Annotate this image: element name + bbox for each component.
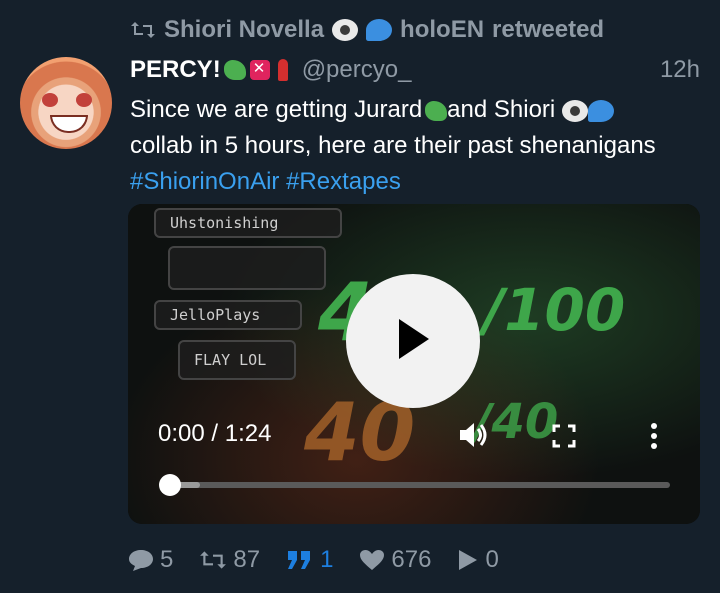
- time-separator: /: [211, 420, 219, 447]
- fullscreen-icon[interactable]: [552, 424, 576, 453]
- volume-icon[interactable]: [458, 420, 490, 455]
- chat-user: Uhstonishing: [170, 214, 279, 232]
- like-button[interactable]: 676: [359, 546, 431, 574]
- speech-bubble-emoji-icon: [587, 99, 614, 122]
- retweet-user-name: Shiori Novella: [164, 16, 325, 43]
- current-time: 0:00: [158, 420, 205, 447]
- retweet-icon: [199, 549, 227, 571]
- quote-button[interactable]: 1: [286, 546, 333, 574]
- score-max: /100: [483, 276, 626, 344]
- avatar[interactable]: [20, 57, 112, 149]
- time-display: 0:00 / 1:24: [158, 420, 271, 448]
- duration: 1:24: [224, 420, 272, 447]
- quote-icon: [286, 549, 314, 571]
- play-icon: [393, 317, 433, 366]
- lipstick-emoji-icon: [277, 59, 288, 81]
- tweet-text-part: and Shiori: [447, 96, 556, 123]
- eye-emoji-icon: [561, 99, 588, 122]
- retweet-button[interactable]: 87: [199, 546, 260, 574]
- dino-emoji-icon: [425, 100, 448, 121]
- reply-icon: [128, 548, 154, 572]
- retweet-icon: [130, 20, 156, 40]
- hashtag-link[interactable]: #Rextapes: [286, 168, 401, 195]
- progress-handle[interactable]: [159, 474, 181, 496]
- chat-message: FLAY LOL: [194, 351, 267, 369]
- tweet-time[interactable]: 12h: [660, 56, 700, 84]
- quote-count: 1: [320, 546, 334, 573]
- chat-message-card: Uhstonishing: [154, 208, 342, 238]
- video-player[interactable]: Uhstonishing JelloPlays FLAY LOL 46 /100…: [128, 204, 700, 524]
- speech-bubble-emoji-icon: [366, 19, 393, 41]
- chat-user: JelloPlays: [170, 306, 261, 324]
- chat-message-card: FLAY LOL: [178, 340, 296, 380]
- hashtag-link[interactable]: #ShiorinOnAir: [130, 168, 279, 195]
- chat-message-card: JelloPlays: [154, 300, 302, 330]
- tweet-actions: 5 87 1 676 0: [128, 546, 525, 574]
- dino-emoji-icon: [223, 60, 246, 80]
- chat-message-card: [168, 246, 326, 290]
- retweet-account-name: holoEN: [400, 16, 485, 43]
- reply-count: 5: [160, 546, 174, 573]
- progress-bar[interactable]: [159, 474, 670, 496]
- reply-button[interactable]: 5: [128, 546, 173, 574]
- views-icon: [457, 548, 479, 572]
- like-count: 676: [391, 546, 432, 573]
- more-icon[interactable]: [650, 422, 658, 455]
- play-button[interactable]: [346, 274, 480, 408]
- retweet-suffix: retweeted: [492, 16, 605, 43]
- views-button[interactable]: 0: [457, 546, 499, 574]
- eye-emoji-icon: [332, 19, 359, 41]
- user-handle[interactable]: @percyo_: [302, 56, 412, 84]
- views-count: 0: [485, 546, 499, 573]
- heart-icon: [359, 549, 385, 571]
- display-name[interactable]: PERCY!: [130, 56, 221, 84]
- tweet-text-line: collab in 5 hours, here are their past s…: [130, 132, 656, 159]
- anger-emoji-icon: [249, 59, 270, 80]
- retweet-count: 87: [233, 546, 261, 573]
- tweet-text: Since we are getting Jurard and Shiori co…: [130, 92, 710, 200]
- tweet-header: PERCY! @percyo_ 12h: [130, 54, 700, 86]
- tweet-text-part: Since we are getting Jurard: [130, 96, 423, 123]
- retweet-attribution[interactable]: Shiori Novella holoEN retweeted: [130, 14, 604, 46]
